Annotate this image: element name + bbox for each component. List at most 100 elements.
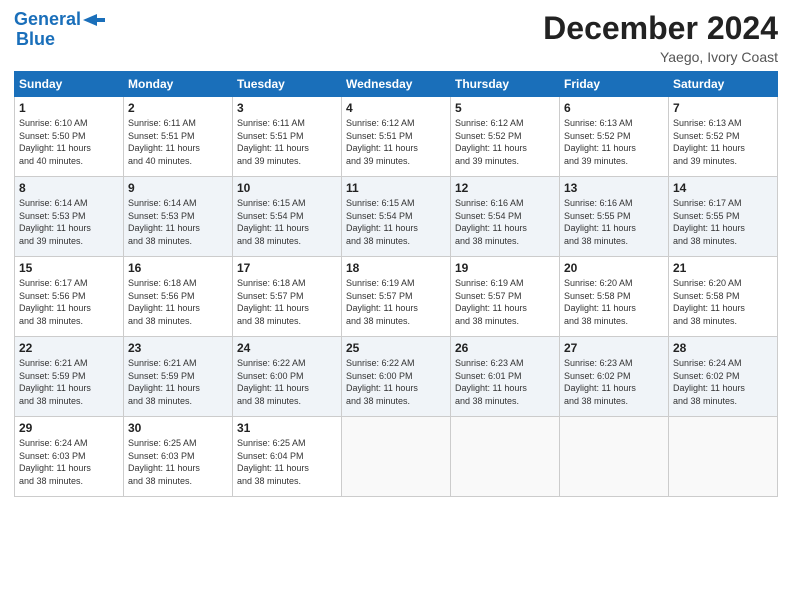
day-info: Sunrise: 6:15 AMSunset: 5:54 PMDaylight:… [346, 197, 446, 247]
day-info: Sunrise: 6:19 AMSunset: 5:57 PMDaylight:… [455, 277, 555, 327]
calendar-cell: 24 Sunrise: 6:22 AMSunset: 6:00 PMDayligh… [233, 337, 342, 417]
calendar-cell: 9 Sunrise: 6:14 AMSunset: 5:53 PMDaylight… [124, 177, 233, 257]
day-number: 14 [673, 181, 773, 195]
day-info: Sunrise: 6:24 AMSunset: 6:03 PMDaylight:… [19, 437, 119, 487]
day-number: 18 [346, 261, 446, 275]
logo: General Blue [14, 10, 105, 50]
day-info: Sunrise: 6:11 AMSunset: 5:51 PMDaylight:… [128, 117, 228, 167]
calendar-cell: 8 Sunrise: 6:14 AMSunset: 5:53 PMDaylight… [15, 177, 124, 257]
day-number: 26 [455, 341, 555, 355]
day-info: Sunrise: 6:22 AMSunset: 6:00 PMDaylight:… [346, 357, 446, 407]
calendar-cell: 17 Sunrise: 6:18 AMSunset: 5:57 PMDayligh… [233, 257, 342, 337]
calendar-cell: 21Sunrise: 6:20 AMSunset: 5:58 PMDayligh… [669, 257, 778, 337]
day-info: Sunrise: 6:16 AMSunset: 5:54 PMDaylight:… [455, 197, 555, 247]
day-info: Sunrise: 6:13 AMSunset: 5:52 PMDaylight:… [564, 117, 664, 167]
day-info: Sunrise: 6:10 AMSunset: 5:50 PMDaylight:… [19, 117, 119, 167]
day-info: Sunrise: 6:18 AMSunset: 5:57 PMDaylight:… [237, 277, 337, 327]
calendar-cell: 3Sunrise: 6:11 AMSunset: 5:51 PMDaylight… [233, 97, 342, 177]
calendar-cell [669, 417, 778, 497]
calendar-cell: 14 Sunrise: 6:17 AMSunset: 5:55 PMDayligh… [669, 177, 778, 257]
calendar-cell: 15 Sunrise: 6:17 AMSunset: 5:56 PMDayligh… [15, 257, 124, 337]
weekday-header-friday: Friday [560, 72, 669, 97]
day-info: Sunrise: 6:14 AMSunset: 5:53 PMDaylight:… [128, 197, 228, 247]
day-info: Sunrise: 6:19 AMSunset: 5:57 PMDaylight:… [346, 277, 446, 327]
weekday-header-saturday: Saturday [669, 72, 778, 97]
day-number: 20 [564, 261, 664, 275]
day-info: Sunrise: 6:24 AMSunset: 6:02 PMDaylight:… [673, 357, 773, 407]
calendar-cell: 6 Sunrise: 6:13 AMSunset: 5:52 PMDaylight… [560, 97, 669, 177]
day-number: 12 [455, 181, 555, 195]
day-number: 22 [19, 341, 119, 355]
calendar-cell: 25 Sunrise: 6:22 AMSunset: 6:00 PMDayligh… [342, 337, 451, 417]
calendar-cell: 13Sunrise: 6:16 AMSunset: 5:55 PMDayligh… [560, 177, 669, 257]
day-number: 27 [564, 341, 664, 355]
day-number: 9 [128, 181, 228, 195]
weekday-header-thursday: Thursday [451, 72, 560, 97]
calendar-cell: 12 Sunrise: 6:16 AMSunset: 5:54 PMDayligh… [451, 177, 560, 257]
calendar-cell: 18 Sunrise: 6:19 AMSunset: 5:57 PMDayligh… [342, 257, 451, 337]
day-number: 30 [128, 421, 228, 435]
calendar-week-4: 22 Sunrise: 6:21 AMSunset: 5:59 PMDayligh… [15, 337, 778, 417]
day-number: 1 [19, 101, 119, 115]
day-info: Sunrise: 6:13 AMSunset: 5:52 PMDaylight:… [673, 117, 773, 167]
calendar-week-3: 15 Sunrise: 6:17 AMSunset: 5:56 PMDayligh… [15, 257, 778, 337]
day-number: 19 [455, 261, 555, 275]
calendar-cell: 19 Sunrise: 6:19 AMSunset: 5:57 PMDayligh… [451, 257, 560, 337]
day-number: 24 [237, 341, 337, 355]
day-number: 4 [346, 101, 446, 115]
day-number: 23 [128, 341, 228, 355]
calendar-cell [342, 417, 451, 497]
day-number: 17 [237, 261, 337, 275]
calendar-cell: 16 Sunrise: 6:18 AMSunset: 5:56 PMDayligh… [124, 257, 233, 337]
day-info: Sunrise: 6:12 AMSunset: 5:52 PMDaylight:… [455, 117, 555, 167]
day-info: Sunrise: 6:15 AMSunset: 5:54 PMDaylight:… [237, 197, 337, 247]
calendar-cell: 23 Sunrise: 6:21 AMSunset: 5:59 PMDayligh… [124, 337, 233, 417]
calendar-cell: 4 Sunrise: 6:12 AMSunset: 5:51 PMDaylight… [342, 97, 451, 177]
day-number: 15 [19, 261, 119, 275]
day-info: Sunrise: 6:25 AMSunset: 6:04 PMDaylight:… [237, 437, 337, 487]
day-number: 29 [19, 421, 119, 435]
day-info: Sunrise: 6:18 AMSunset: 5:56 PMDaylight:… [128, 277, 228, 327]
calendar-week-5: 29 Sunrise: 6:24 AMSunset: 6:03 PMDayligh… [15, 417, 778, 497]
calendar-cell: 27 Sunrise: 6:23 AMSunset: 6:02 PMDayligh… [560, 337, 669, 417]
day-number: 31 [237, 421, 337, 435]
calendar-cell: 7 Sunrise: 6:13 AMSunset: 5:52 PMDaylight… [669, 97, 778, 177]
day-number: 7 [673, 101, 773, 115]
day-number: 11 [346, 181, 446, 195]
location-title: Yaego, Ivory Coast [543, 49, 778, 65]
day-info: Sunrise: 6:21 AMSunset: 5:59 PMDaylight:… [128, 357, 228, 407]
day-number: 8 [19, 181, 119, 195]
month-title: December 2024 [543, 10, 778, 47]
day-info: Sunrise: 6:17 AMSunset: 5:56 PMDaylight:… [19, 277, 119, 327]
calendar-cell: 26 Sunrise: 6:23 AMSunset: 6:01 PMDayligh… [451, 337, 560, 417]
day-number: 10 [237, 181, 337, 195]
calendar-cell: 1 Sunrise: 6:10 AMSunset: 5:50 PMDaylight… [15, 97, 124, 177]
day-number: 25 [346, 341, 446, 355]
day-number: 6 [564, 101, 664, 115]
calendar-cell: 5 Sunrise: 6:12 AMSunset: 5:52 PMDaylight… [451, 97, 560, 177]
calendar-cell: 11 Sunrise: 6:15 AMSunset: 5:54 PMDayligh… [342, 177, 451, 257]
calendar-cell: 31 Sunrise: 6:25 AMSunset: 6:04 PMDayligh… [233, 417, 342, 497]
header: General Blue December 2024 Yaego, Ivory … [14, 10, 778, 65]
calendar-cell: 22Sunrise: 6:21 AMSunset: 5:59 PMDayligh… [15, 337, 124, 417]
title-block: December 2024 Yaego, Ivory Coast [543, 10, 778, 65]
day-info: Sunrise: 6:17 AMSunset: 5:55 PMDaylight:… [673, 197, 773, 247]
day-info: Sunrise: 6:23 AMSunset: 6:01 PMDaylight:… [455, 357, 555, 407]
day-info: Sunrise: 6:20 AMSunset: 5:58 PMDaylight:… [564, 277, 664, 327]
day-info: Sunrise: 6:12 AMSunset: 5:51 PMDaylight:… [346, 117, 446, 167]
weekday-header-sunday: Sunday [15, 72, 124, 97]
calendar-cell: 30Sunrise: 6:25 AMSunset: 6:03 PMDayligh… [124, 417, 233, 497]
day-info: Sunrise: 6:14 AMSunset: 5:53 PMDaylight:… [19, 197, 119, 247]
logo-text: General [14, 10, 81, 30]
weekday-header-monday: Monday [124, 72, 233, 97]
calendar-cell: 29 Sunrise: 6:24 AMSunset: 6:03 PMDayligh… [15, 417, 124, 497]
calendar-cell: 28Sunrise: 6:24 AMSunset: 6:02 PMDayligh… [669, 337, 778, 417]
day-number: 5 [455, 101, 555, 115]
calendar-cell [560, 417, 669, 497]
day-number: 3 [237, 101, 337, 115]
day-number: 16 [128, 261, 228, 275]
calendar-cell [451, 417, 560, 497]
day-info: Sunrise: 6:22 AMSunset: 6:00 PMDaylight:… [237, 357, 337, 407]
day-info: Sunrise: 6:23 AMSunset: 6:02 PMDaylight:… [564, 357, 664, 407]
weekday-header-tuesday: Tuesday [233, 72, 342, 97]
